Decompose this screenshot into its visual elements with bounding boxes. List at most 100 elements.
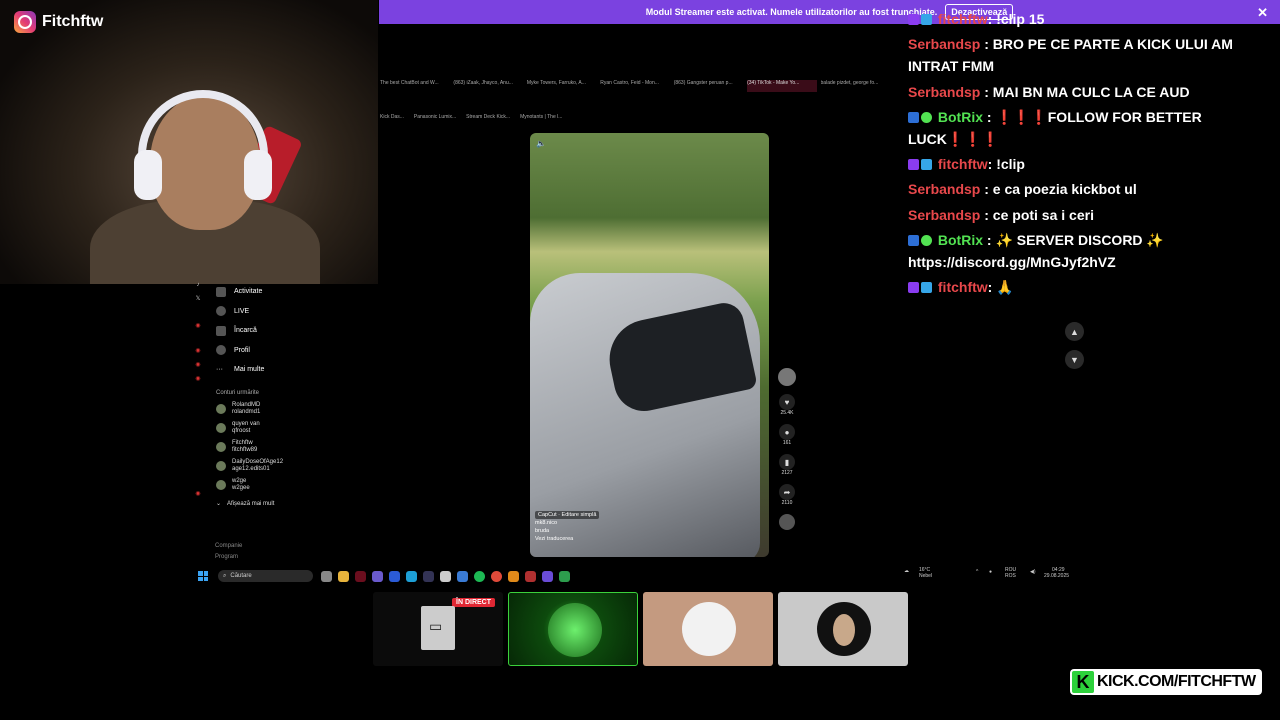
browser-tab-active[interactable]: (34) TikTok - Make Yo...: [747, 80, 817, 92]
menu-item-live[interactable]: LIVE: [216, 302, 326, 322]
like-icon[interactable]: ♥: [779, 394, 795, 410]
bookmark[interactable]: Panasonic Lumix...: [414, 114, 456, 120]
music-disc-icon[interactable]: [779, 514, 795, 530]
browser-tab[interactable]: The best ChatBot and W...: [380, 80, 449, 92]
bot-badge-icon: [908, 235, 919, 247]
browser-tab[interactable]: Myke Towers, Farruko, A...: [527, 80, 596, 92]
chat-message: fitchftw: !clip 15: [908, 8, 1270, 30]
following-header: Conturi urmărite: [216, 390, 260, 396]
x-icon[interactable]: 𝕏: [192, 295, 204, 302]
scroll-up-icon[interactable]: ▲: [1065, 322, 1084, 341]
spotify-icon[interactable]: [474, 570, 485, 582]
bookmark[interactable]: Kick Das...: [380, 114, 404, 120]
app-icon[interactable]: [457, 570, 468, 582]
folder-icon[interactable]: [338, 570, 349, 582]
following-item[interactable]: DailyDoseOfAge12 age12.edits01: [216, 459, 326, 473]
clock-date[interactable]: 29.08.2025: [1044, 573, 1069, 579]
author-avatar[interactable]: [778, 368, 796, 386]
more-icon: ···: [216, 366, 223, 374]
footer-link[interactable]: Program: [215, 552, 242, 563]
mic-icon[interactable]: ●: [989, 569, 992, 575]
gem-badge-icon: [921, 14, 932, 25]
app-icon[interactable]: [525, 570, 536, 582]
thumbnail-live[interactable]: ÎN DIRECT ▭: [373, 592, 503, 666]
weather-icon[interactable]: ☁: [904, 568, 909, 574]
following-item[interactable]: Fitchftw fitchftw89: [216, 440, 326, 454]
translate-link[interactable]: Vezi traducerea: [535, 536, 573, 542]
profile-icon: [216, 345, 226, 356]
chat-message: fitchftw: !clip: [908, 153, 1270, 175]
footer-link[interactable]: Companie: [215, 541, 242, 552]
following-item[interactable]: w2ge w2gee: [216, 478, 326, 492]
steam-icon[interactable]: [423, 570, 434, 582]
comment-count: 161: [782, 440, 792, 446]
avatar: [216, 442, 226, 452]
chat-username[interactable]: Serbandsp: [908, 181, 980, 197]
bookmark[interactable]: Mynotants | The l...: [520, 114, 562, 120]
edge-icon[interactable]: [406, 570, 417, 582]
chat-username[interactable]: Serbandsp: [908, 207, 980, 223]
show-more-link[interactable]: ⌄ Afișează mai mult: [216, 500, 326, 508]
tiktok-video[interactable]: 🔈 CapCut · Editare simplă mk8.nico bruda…: [530, 133, 769, 557]
menu-item-more[interactable]: ··· Mai multe: [216, 360, 326, 380]
upload-icon: [216, 325, 226, 336]
widget-icon[interactable]: [372, 570, 383, 582]
task-view-icon[interactable]: [321, 570, 332, 582]
mic-badge-icon: [908, 282, 919, 294]
thumbnail-green[interactable]: [508, 592, 638, 666]
thumbnail-couple[interactable]: [643, 592, 773, 666]
video-author[interactable]: mk8.nico: [535, 520, 557, 526]
following-item[interactable]: quyen van qfroost: [216, 421, 326, 435]
tiktok-icon[interactable]: ♪: [192, 282, 204, 288]
avatar: [216, 480, 226, 490]
tiktok-menu: Activitate LIVE Încarcă Profil ··· Mai mu…: [216, 282, 326, 380]
menu-item-profile[interactable]: Profil: [216, 341, 326, 361]
browser-tab[interactable]: balade pizdet, george fo...: [821, 80, 890, 92]
obs-icon[interactable]: [355, 570, 366, 582]
search-icon: ⌕: [223, 572, 227, 579]
live-badge: ÎN DIRECT: [452, 598, 495, 607]
menu-item-upload[interactable]: Încarcă: [216, 321, 326, 341]
live-icon: [216, 306, 226, 317]
scroll-down-icon[interactable]: ▼: [1065, 350, 1084, 369]
chat-username[interactable]: BotRix: [938, 232, 983, 248]
edit-badge[interactable]: CapCut · Editare simplă: [535, 511, 600, 519]
thumbnail-profile[interactable]: [778, 592, 908, 666]
chat-message: fitchftw: 🙏: [908, 276, 1270, 298]
chat-username[interactable]: fitchftw: [938, 11, 988, 27]
scroll-buttons: ▲ ▼: [1065, 322, 1084, 378]
discord-icon[interactable]: [542, 570, 553, 582]
comment-icon[interactable]: ●: [779, 424, 795, 440]
gem-badge-icon: [921, 282, 932, 294]
browser-tab[interactable]: (863) iZaak, Jhayco, Anu...: [453, 80, 522, 92]
word-icon[interactable]: [389, 570, 400, 582]
store-icon[interactable]: [440, 570, 451, 582]
bookmark[interactable]: Stream Deck Kick...: [466, 114, 510, 120]
chat-username[interactable]: fitchftw: [938, 156, 988, 172]
thumbnail-avatar: [682, 602, 736, 656]
chat-message: Serbandsp : e ca poezia kickbot ul: [908, 181, 1137, 198]
browser-tab[interactable]: (863) Gangster peruan p...: [674, 80, 743, 92]
windows-start-icon[interactable]: [198, 571, 208, 581]
chat-username[interactable]: fitchftw: [938, 279, 988, 295]
app-icon[interactable]: [559, 570, 570, 582]
taskbar-search[interactable]: ⌕ Căutare: [218, 570, 313, 582]
gem-badge-icon: [921, 159, 932, 171]
instagram-handle: Fitchftw: [14, 11, 103, 33]
following-item[interactable]: RolandMD rolandmd1: [216, 402, 326, 416]
chrome-icon[interactable]: [491, 570, 502, 582]
volume-icon[interactable]: ◀): [1030, 569, 1036, 575]
chevron-down-icon: ⌄: [216, 501, 222, 507]
system-tray: ☁ 16°C Nebel ^ ● ROU ROS ◀) 04:29 29.08.…: [904, 567, 1070, 579]
share-icon[interactable]: ➦: [779, 484, 795, 500]
chat-username[interactable]: BotRix: [938, 109, 983, 125]
thumbnail-avatar: [548, 603, 602, 657]
chat-username[interactable]: Serbandsp: [908, 84, 980, 100]
bookmark-icon[interactable]: ▮: [779, 454, 795, 470]
chevron-up-icon[interactable]: ^: [976, 569, 978, 575]
menu-item-activitate[interactable]: Activitate: [216, 282, 326, 302]
browser-tab[interactable]: Ryan Castro, Feid - Mon...: [600, 80, 669, 92]
app-icon[interactable]: [508, 570, 519, 582]
volume-icon[interactable]: 🔈: [536, 139, 546, 148]
chat-username[interactable]: Serbandsp: [908, 36, 980, 52]
